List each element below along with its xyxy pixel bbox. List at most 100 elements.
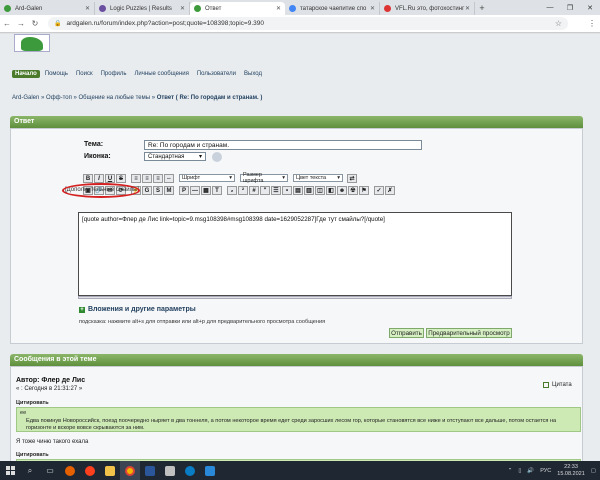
browser-tab[interactable]: VFL.Ru это, фотохостинг ✕ <box>380 2 475 15</box>
tray-chevron-icon[interactable]: ⌃ <box>508 468 513 474</box>
nav-item-members[interactable]: Пользователи <box>194 70 239 78</box>
close-icon[interactable]: ✕ <box>370 5 375 12</box>
font-color-select[interactable]: Цвет текста ▾ <box>293 174 343 182</box>
list-item-icon[interactable]: • <box>282 186 292 195</box>
file-explorer-icon[interactable] <box>100 461 120 480</box>
move-icon[interactable]: M <box>164 186 174 195</box>
quote-post-button[interactable]: Цитата <box>543 382 572 388</box>
tab-title: Logic Puzzles | Results <box>110 5 172 12</box>
toggle-view-icon[interactable]: ⇄ <box>347 174 357 183</box>
align-right-icon[interactable]: ≡ <box>153 174 163 183</box>
flag-icon[interactable]: ⚑ <box>359 186 369 195</box>
forward-icon[interactable]: → <box>14 19 28 28</box>
quote-header: Цитировать <box>16 452 49 458</box>
edge-icon[interactable] <box>180 461 200 480</box>
italic-icon[interactable]: I <box>94 174 104 183</box>
sup-icon[interactable]: ² <box>238 186 248 195</box>
underline-icon[interactable]: U <box>105 174 115 183</box>
insert-table-icon[interactable]: ▤ <box>293 186 303 195</box>
browser-tab[interactable]: Ard-Galen ✕ <box>0 2 95 15</box>
browser-tab[interactable]: Logic Puzzles | Results ✕ <box>95 2 190 15</box>
nav-item-messages[interactable]: Личные сообщения <box>131 70 191 78</box>
close-icon[interactable]: ✕ <box>276 5 281 12</box>
hide-icon[interactable]: ◫ <box>315 186 325 195</box>
shadow-icon[interactable]: S <box>153 186 163 195</box>
submit-button[interactable]: Отправить <box>389 328 424 338</box>
task-view-icon[interactable]: ▭ <box>40 461 60 480</box>
chevron-down-icon: ▾ <box>198 154 202 160</box>
yandex-icon[interactable] <box>80 461 100 480</box>
maximize-icon[interactable]: ❐ <box>560 4 580 12</box>
bold-icon[interactable]: B <box>83 174 93 183</box>
site-logo[interactable] <box>14 34 50 52</box>
glow-icon[interactable]: G <box>142 186 152 195</box>
quote-icon[interactable]: " <box>260 186 270 195</box>
url-field[interactable]: 🔒 ardgalen.ru/forum/index.php?action=pos… <box>48 17 568 30</box>
reply-section-header: Ответ <box>10 116 583 128</box>
back-icon[interactable]: ← <box>0 19 14 28</box>
radiation-icon[interactable]: ☢ <box>348 186 358 195</box>
browser-tab[interactable]: татарское чаепитие спо ✕ <box>285 2 380 15</box>
nav-item-profile[interactable]: Профиль <box>98 70 130 78</box>
remove-format-icon[interactable]: ✗ <box>385 186 395 195</box>
sub-icon[interactable]: ₂ <box>227 186 237 195</box>
network-icon[interactable]: ▯ <box>518 468 521 474</box>
firefox-icon[interactable] <box>60 461 80 480</box>
language-indicator[interactable]: РУС <box>540 468 551 474</box>
start-icon[interactable] <box>0 461 20 480</box>
search-icon[interactable]: ⌕ <box>20 461 40 480</box>
tt-icon[interactable]: T <box>212 186 222 195</box>
paint-icon[interactable] <box>160 461 180 480</box>
strike-icon[interactable]: S <box>116 174 126 183</box>
nav-item-help[interactable]: Помощь <box>42 70 71 78</box>
font-size-select[interactable]: Размер шрифта ▾ <box>240 172 288 184</box>
nav-item-logout[interactable]: Выход <box>241 70 265 78</box>
list-icon[interactable]: ☰ <box>271 186 281 195</box>
notifications-icon[interactable]: ▢ <box>591 468 596 474</box>
spoiler-icon[interactable]: ▥ <box>304 186 314 195</box>
word-icon[interactable] <box>140 461 160 480</box>
align-center-icon[interactable]: ≡ <box>142 174 152 183</box>
font-select[interactable]: Шрифт ▾ <box>179 174 235 182</box>
quote-icon <box>543 382 549 388</box>
address-bar: ← → ↻ 🔒 ardgalen.ru/forum/index.php?acti… <box>0 15 600 33</box>
reload-icon[interactable]: ↻ <box>28 19 42 28</box>
chevron-down-icon: ▾ <box>282 175 285 181</box>
html-icon[interactable]: ◧ <box>326 186 336 195</box>
breadcrumb-item[interactable]: Общение на любые темы <box>79 95 151 101</box>
minimize-icon[interactable]: — <box>540 4 560 11</box>
subject-input[interactable]: Re: По городам и странам. <box>144 140 422 150</box>
textarea-resize-handle[interactable] <box>78 296 512 299</box>
photos-icon[interactable] <box>200 461 220 480</box>
close-window-icon[interactable]: ✕ <box>580 4 600 12</box>
favicon-icon <box>99 5 106 12</box>
new-tab-button[interactable]: + <box>475 2 489 15</box>
code-icon[interactable]: # <box>249 186 259 195</box>
table-icon[interactable]: ▦ <box>201 186 211 195</box>
chevron-down-icon: ▾ <box>337 175 340 181</box>
nav-item-home[interactable]: Начало <box>12 70 40 78</box>
bookmark-star-icon[interactable]: ☆ <box>555 19 562 28</box>
browser-menu-icon[interactable]: ⋮ <box>588 19 596 28</box>
spellcheck-icon[interactable]: ✓ <box>374 186 384 195</box>
close-icon[interactable]: ✕ <box>180 5 185 12</box>
close-icon[interactable]: ✕ <box>465 5 470 12</box>
volume-icon[interactable]: 🔊 <box>527 468 534 474</box>
clock[interactable]: 22:33 15.08.2021 <box>557 464 585 477</box>
hr-icon[interactable]: — <box>190 186 200 195</box>
attachments-toggle[interactable]: + Вложения и другие параметры <box>79 306 196 313</box>
breadcrumb-item[interactable]: Ard-Galen <box>12 95 39 101</box>
marquee-icon[interactable]: ⇔ <box>164 174 174 183</box>
preview-button[interactable]: Предварительный просмотр <box>426 328 512 338</box>
expand-plus-icon: + <box>79 307 85 313</box>
nav-item-search[interactable]: Поиск <box>73 70 96 78</box>
face-icon[interactable]: ☻ <box>337 186 347 195</box>
preformatted-icon[interactable]: P <box>179 186 189 195</box>
breadcrumb-item[interactable]: Офф-топ <box>46 95 72 101</box>
chrome-icon[interactable] <box>120 461 140 480</box>
align-left-icon[interactable]: ≡ <box>131 174 141 183</box>
message-textarea[interactable]: [quote author=Флер де Лис link=topic=9.m… <box>78 212 512 296</box>
message-icon-select[interactable]: Стандартная ▾ <box>144 152 206 161</box>
browser-tab-active[interactable]: Ответ ✕ <box>190 2 285 15</box>
close-icon[interactable]: ✕ <box>85 5 90 12</box>
